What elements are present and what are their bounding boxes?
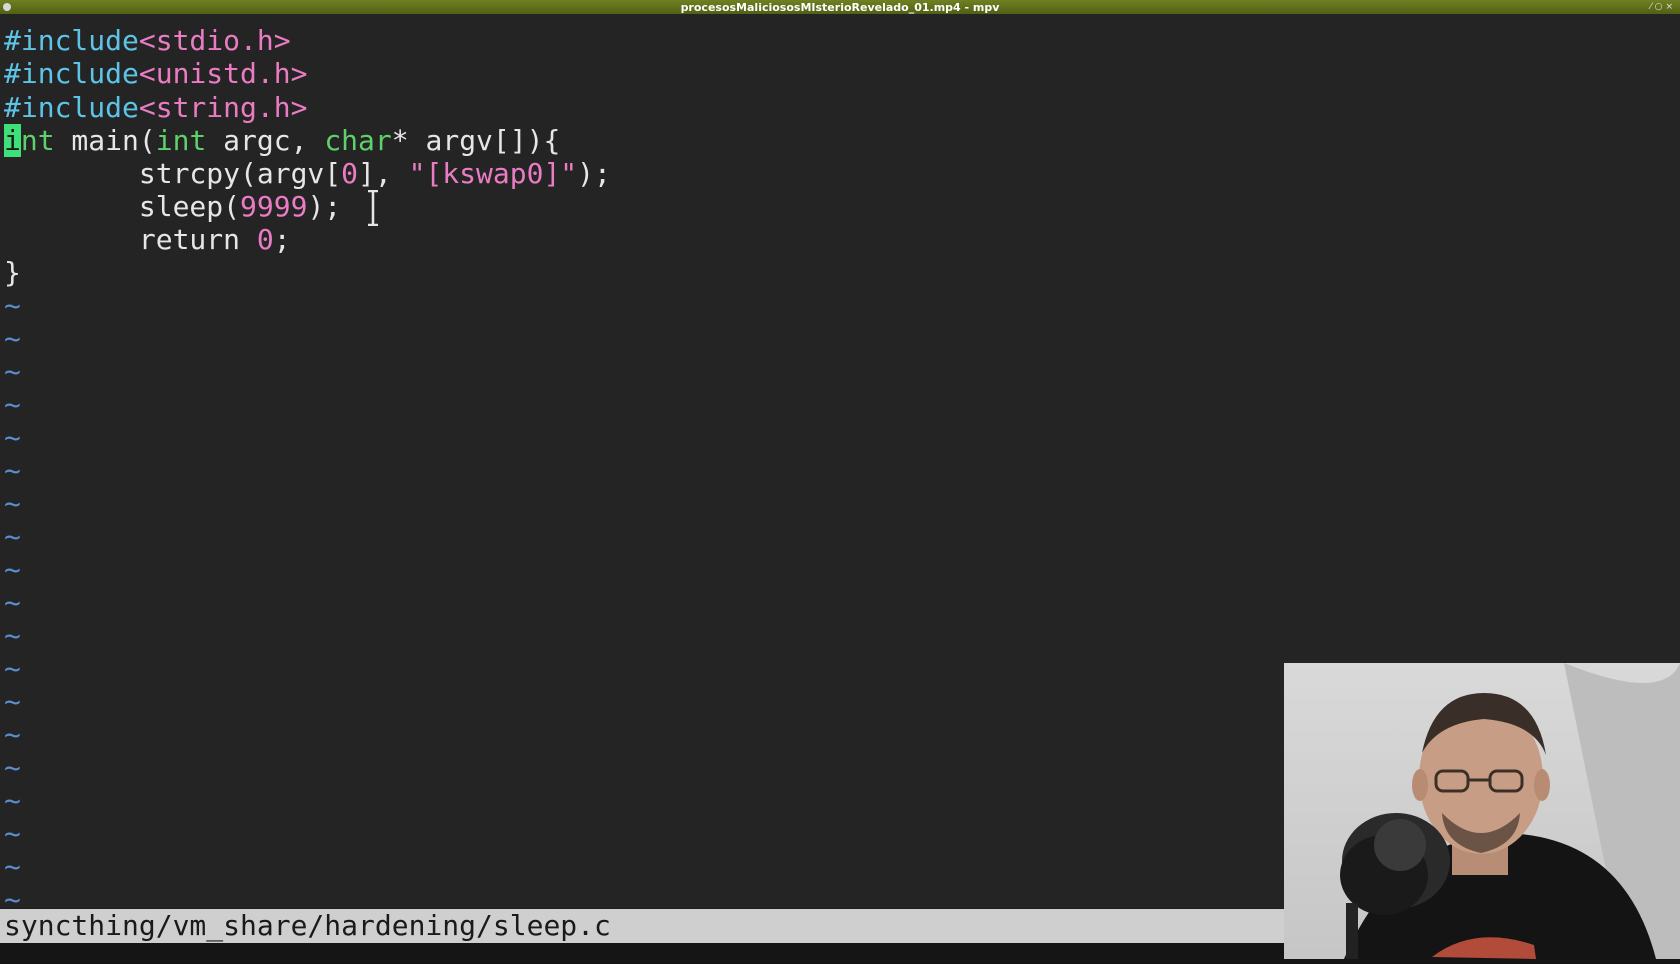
tilde-marker: ~ xyxy=(4,421,21,454)
window-controls[interactable]: ⁄○× xyxy=(1650,0,1676,15)
tilde-marker: ~ xyxy=(4,685,21,718)
tilde-marker: ~ xyxy=(4,784,21,817)
tilde-marker: ~ xyxy=(4,322,21,355)
code-token: return xyxy=(138,223,257,256)
include-header: <string.h> xyxy=(138,91,308,124)
window-menu-icon[interactable] xyxy=(3,3,11,11)
code-token: } xyxy=(4,256,21,289)
preprocessor-directive: #include xyxy=(4,57,139,90)
code-token: 0 xyxy=(341,157,359,190)
code-token: ); xyxy=(577,157,611,190)
code-token: argc, xyxy=(206,124,325,157)
code-token: * argv[]){ xyxy=(391,124,561,157)
presenter-image xyxy=(1340,663,1680,959)
code-line: int main(int argc, char* argv[]){ xyxy=(4,124,560,157)
code-token: strcpy(argv[ xyxy=(138,157,342,190)
tilde-marker: ~ xyxy=(4,586,21,619)
code-token: nt xyxy=(20,124,55,157)
tilde-marker: ~ xyxy=(4,817,21,850)
code-line: sleep(9999); xyxy=(4,190,341,223)
code-token: char xyxy=(324,124,392,157)
code-token: ); xyxy=(307,190,342,223)
tilde-marker: ~ xyxy=(4,553,21,586)
close-icon[interactable]: × xyxy=(1665,2,1676,12)
code-line: return 0; xyxy=(4,223,291,256)
code-line: #include<stdio.h> xyxy=(4,24,291,57)
code-token: int xyxy=(155,124,207,157)
tilde-marker: ~ xyxy=(4,454,21,487)
webcam-overlay xyxy=(1284,663,1680,959)
string-literal: "[kswap0]" xyxy=(408,157,578,190)
preprocessor-directive: #include xyxy=(4,91,139,124)
tilde-marker: ~ xyxy=(4,520,21,553)
tilde-marker: ~ xyxy=(4,751,21,784)
tilde-marker: ~ xyxy=(4,289,21,322)
tilde-marker: ~ xyxy=(4,718,21,751)
tilde-marker: ~ xyxy=(4,355,21,388)
code-line: #include<string.h> xyxy=(4,91,307,124)
code-line: #include<unistd.h> xyxy=(4,57,307,90)
window-titlebar: procesosMaliciososMIsterioRevelado_01.mp… xyxy=(0,0,1680,15)
include-header: <stdio.h> xyxy=(138,24,291,57)
code-token: main( xyxy=(54,124,156,157)
preprocessor-directive: #include xyxy=(4,24,139,57)
vim-status-line: syncthing/vm_share/hardening/sleep.c xyxy=(0,909,1288,943)
code-line: } xyxy=(4,256,21,289)
maximize-icon[interactable]: ○ xyxy=(1655,2,1666,12)
tilde-marker: ~ xyxy=(4,850,21,883)
code-token: ; xyxy=(273,223,291,256)
code-token: 9999 xyxy=(240,190,308,223)
text-cursor: i xyxy=(4,124,21,157)
code-token: 0 xyxy=(256,223,274,256)
tilde-marker: ~ xyxy=(4,652,21,685)
code-token: sleep( xyxy=(138,190,241,223)
code-token: ], xyxy=(358,157,409,190)
tilde-marker: ~ xyxy=(4,388,21,421)
ibeam-cursor-icon xyxy=(368,190,378,226)
window-title: procesosMaliciososMIsterioRevelado_01.mp… xyxy=(680,1,1000,14)
tilde-marker: ~ xyxy=(4,487,21,520)
code-line: strcpy(argv[0], "[kswap0]"); xyxy=(4,157,611,190)
include-header: <unistd.h> xyxy=(138,57,308,90)
tilde-marker: ~ xyxy=(4,619,21,652)
